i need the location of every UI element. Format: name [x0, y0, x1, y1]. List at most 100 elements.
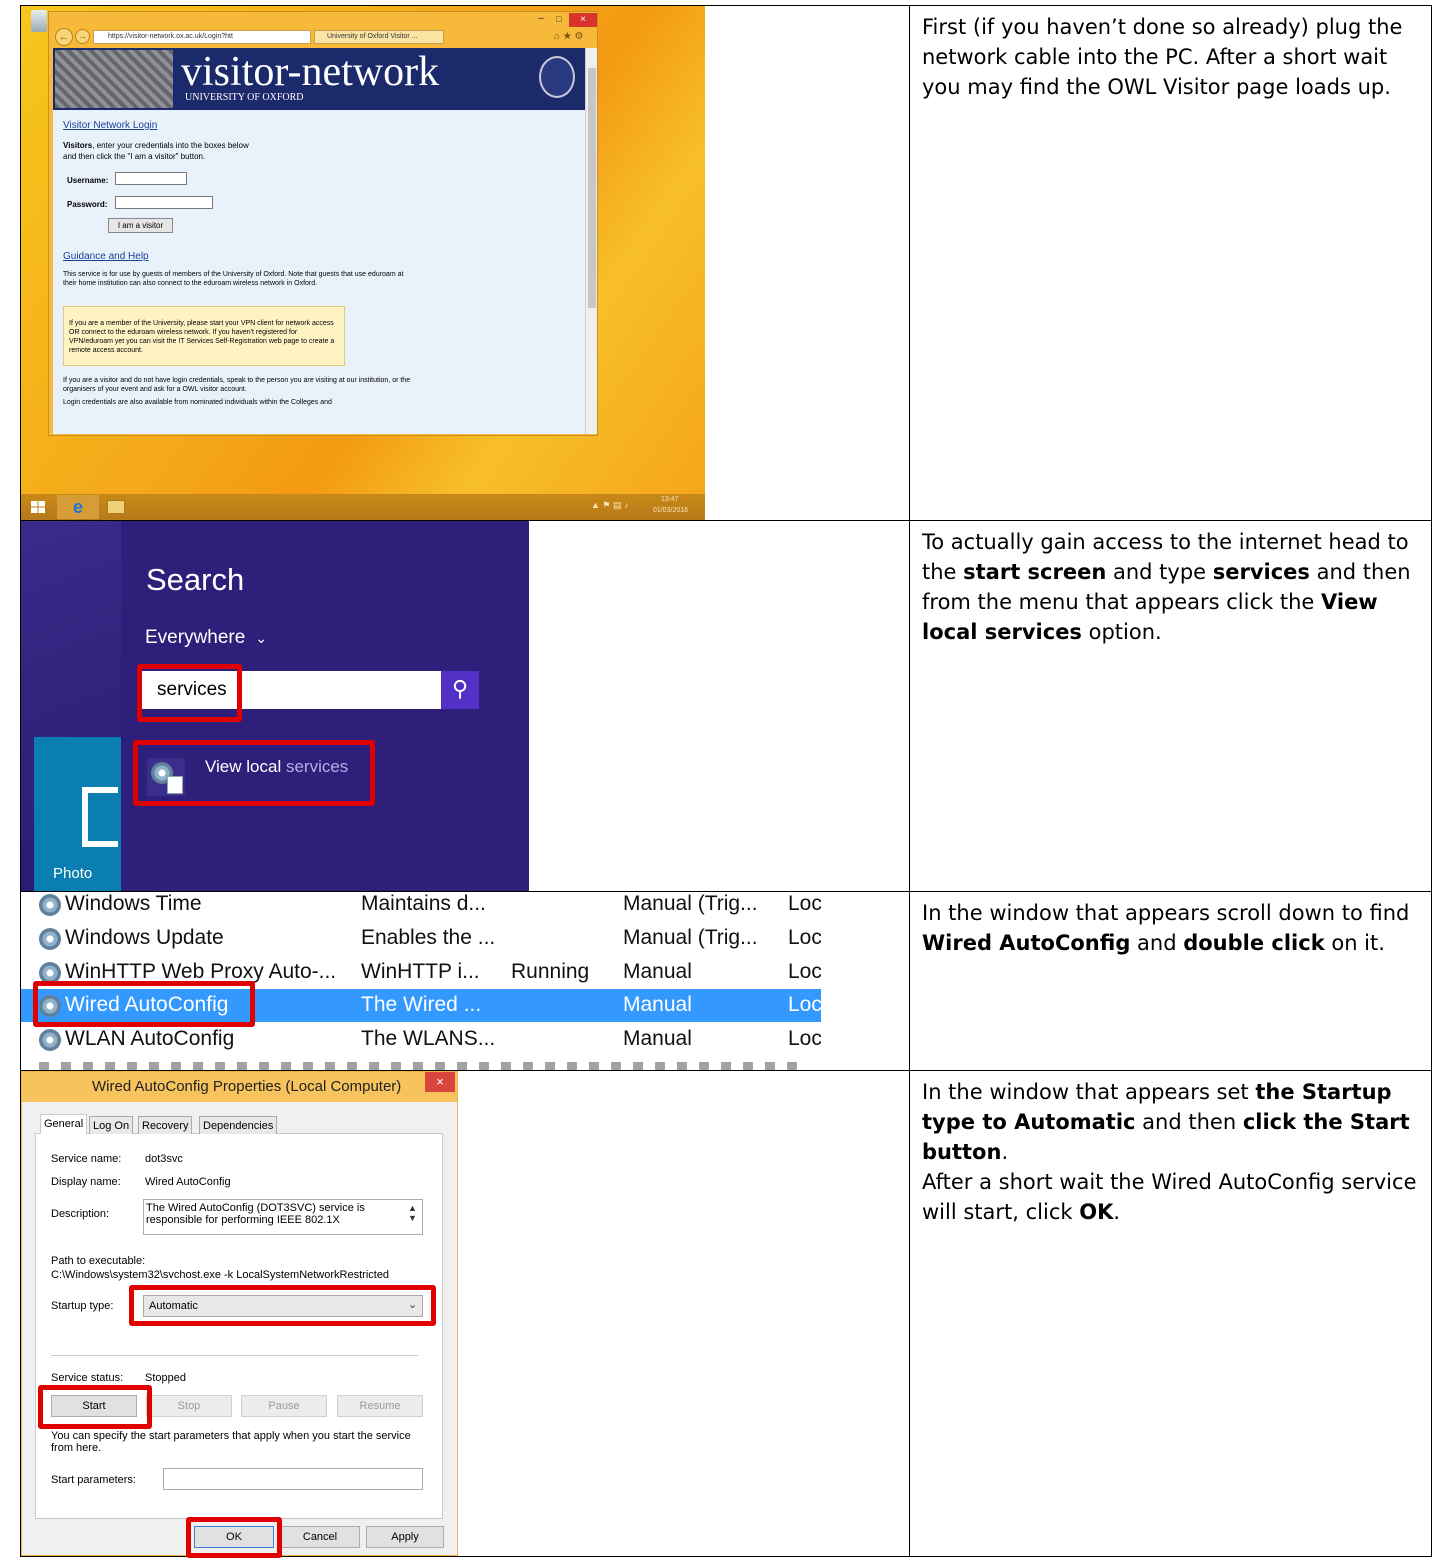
service-status-label: Service status: — [51, 1372, 124, 1384]
service-logon: Loc — [788, 1027, 821, 1050]
row4-text-5: . — [1113, 1200, 1121, 1224]
browser-tab[interactable]: University of Oxford Visitor ... — [314, 30, 444, 44]
search-icon[interactable]: ⚲ — [441, 671, 479, 709]
back-icon[interactable]: ← — [55, 28, 73, 46]
row2-text-2: and type — [1106, 560, 1213, 584]
service-desc: The Wired ... — [361, 993, 482, 1016]
service-desc: Enables the ... — [361, 926, 496, 949]
row1-instruction: First (if you haven’t done so already) p… — [922, 15, 1403, 99]
row3-bold-wired: Wired AutoConfig — [922, 931, 1131, 955]
service-gear-icon — [39, 894, 61, 916]
service-startup: Manual (Trig... — [623, 892, 758, 915]
search-title: Search — [146, 562, 245, 597]
path-value: C:\Windows\system32\svchost.exe -k Local… — [51, 1269, 390, 1281]
service-status: Running — [511, 960, 590, 983]
row4-text-3: . — [1001, 1140, 1009, 1164]
clock-time: 13:47 — [661, 496, 679, 503]
service-name: Windows Update — [65, 926, 224, 949]
chevron-down-icon: ⌄ — [255, 630, 268, 646]
photos-tile[interactable]: Photo — [34, 737, 124, 891]
maximize-button[interactable]: □ — [551, 14, 567, 26]
stop-button[interactable]: Stop — [146, 1395, 232, 1417]
description-label: Description: — [51, 1208, 110, 1220]
close-button[interactable]: × — [569, 13, 597, 27]
banner-title: visitor-network — [181, 49, 440, 95]
start-icon[interactable] — [31, 501, 45, 513]
banner-subtitle: UNIVERSITY OF OXFORD — [185, 92, 304, 103]
tab-panel — [35, 1133, 443, 1519]
service-row[interactable]: WLAN AutoConfig The WLANS... Manual Loc — [21, 1023, 821, 1056]
vertical-scrollbar[interactable] — [585, 48, 597, 434]
row3-text-3: on it. — [1324, 931, 1385, 955]
service-logon: Loc — [788, 993, 821, 1016]
search-screenshot: Photo Search Everywhere ⌄ services ⚲ View… — [21, 521, 529, 891]
service-startup: Manual — [623, 960, 692, 983]
tray-icons[interactable]: ▲ ⚑ ▤ ♪ — [591, 500, 628, 511]
description-box[interactable]: The Wired AutoConfig (DOT3SVC) service i… — [143, 1199, 423, 1235]
visitors-bold: Visitors — [63, 141, 93, 150]
scope-label: Everywhere — [145, 627, 246, 648]
next-row-peek — [39, 1062, 799, 1070]
resume-button[interactable]: Resume — [337, 1395, 423, 1417]
login-heading: Visitor Network Login — [63, 120, 158, 131]
tab-dependencies[interactable]: Dependencies — [199, 1116, 278, 1134]
cancel-button[interactable]: Cancel — [280, 1526, 360, 1548]
visitor-button[interactable]: I am a visitor — [108, 218, 173, 233]
username-input[interactable] — [115, 172, 187, 185]
tab-recovery[interactable]: Recovery — [138, 1116, 193, 1134]
row2-text-4: option. — [1081, 620, 1162, 644]
service-name: WLAN AutoConfig — [65, 1027, 235, 1050]
start-params-input[interactable] — [163, 1468, 423, 1490]
tab-log-on[interactable]: Log On — [89, 1116, 134, 1134]
service-row[interactable]: Windows Update Enables the ... Manual (T… — [21, 922, 821, 955]
row4-instruction-2: After a short wait the Wired AutoConfig … — [922, 1167, 1422, 1227]
password-input[interactable] — [115, 196, 213, 209]
wired-autoconfig-highlight — [33, 981, 255, 1027]
browser-window: ← → https://visitor-network.ox.ac.uk/Log… — [48, 11, 598, 436]
forward-icon[interactable]: → — [75, 29, 90, 44]
address-bar[interactable]: https://visitor-network.ox.ac.uk/Login?h… — [93, 30, 311, 44]
row4-text-1: In the window that appears set — [922, 1080, 1256, 1104]
row3-text-1: In the window that appears scroll down t… — [922, 901, 1410, 925]
row4-bold-ok: OK — [1079, 1200, 1114, 1224]
home-icon[interactable]: ⌂ ★ ⚙ — [554, 31, 584, 42]
username-label: Username: — [67, 176, 109, 185]
row2-bold-start-screen: start screen — [963, 560, 1107, 584]
start-button-highlight — [38, 1385, 152, 1429]
photo-tile-label: Photo — [53, 865, 93, 882]
clock-date: 01/03/2016 — [653, 507, 689, 514]
dialog-close-button[interactable]: × — [425, 1072, 455, 1092]
taskbar: e ▲ ⚑ ▤ ♪ 13:47 01/03/2016 — [21, 494, 705, 520]
oxford-crest-icon — [539, 56, 575, 98]
row3-instruction: In the window that appears scroll down t… — [922, 898, 1422, 958]
service-name: Windows Time — [65, 892, 202, 915]
services-list-screenshot: Windows Time Maintains d... Manual (Trig… — [21, 892, 821, 1070]
search-input-highlight — [137, 664, 242, 722]
start-params-label: Start parameters: — [51, 1474, 136, 1486]
display-name-label: Display name: — [51, 1176, 121, 1188]
explorer-taskbar-icon[interactable] — [107, 500, 125, 514]
row2-instruction: To actually gain access to the internet … — [922, 527, 1422, 647]
search-scope-dropdown[interactable]: Everywhere ⌄ — [145, 627, 267, 649]
ie-taskbar-icon[interactable]: e — [57, 495, 99, 519]
row4-text-4: After a short wait the Wired AutoConfig … — [922, 1170, 1417, 1224]
service-desc: WinHTTP i... — [361, 960, 480, 983]
ok-button-highlight — [186, 1517, 282, 1558]
recycle-bin-icon[interactable] — [31, 10, 47, 32]
row3-text-2: and — [1130, 931, 1184, 955]
row3-bold-double-click: double click — [1183, 931, 1325, 955]
pause-button[interactable]: Pause — [241, 1395, 327, 1417]
service-row[interactable]: Windows Time Maintains d... Manual (Trig… — [21, 892, 821, 921]
apply-button[interactable]: Apply — [366, 1526, 444, 1548]
scrollbar-thumb[interactable] — [588, 68, 596, 308]
minimize-button[interactable]: – — [533, 14, 549, 26]
row4-text-2: and then — [1135, 1110, 1243, 1134]
description-scroll-icon[interactable]: ▲ ▼ — [408, 1203, 417, 1223]
separator — [51, 1355, 418, 1356]
visitor-network-banner: visitor-network UNIVERSITY OF OXFORD — [53, 48, 585, 110]
service-name-value: dot3svc — [145, 1153, 183, 1165]
tab-general[interactable]: General — [40, 1114, 88, 1134]
start-params-note: You can specify the start parameters tha… — [51, 1430, 411, 1454]
path-label: Path to executable: — [51, 1255, 146, 1267]
service-status-value: Stopped — [145, 1372, 186, 1384]
